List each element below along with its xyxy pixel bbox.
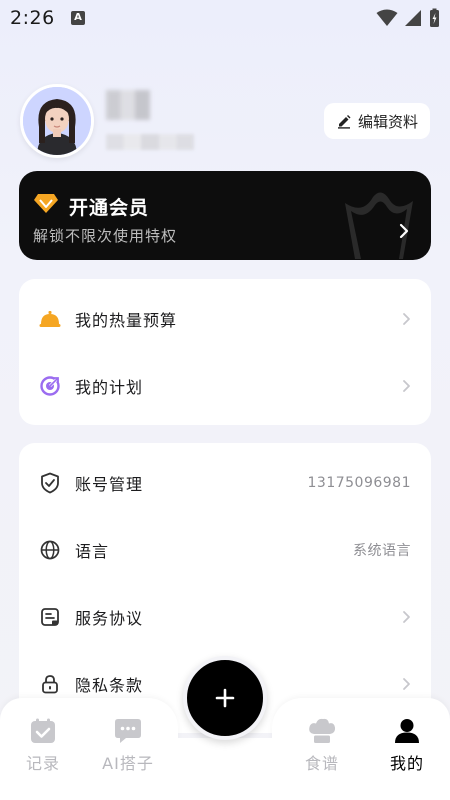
status-time: 2:26 <box>10 7 55 29</box>
diamond-icon <box>34 194 58 213</box>
nav-label: 我的 <box>389 754 424 773</box>
edit-profile-button[interactable]: 编辑资料 <box>324 103 430 139</box>
chef-hat-icon <box>309 718 336 743</box>
document-icon <box>39 606 61 628</box>
globe-icon <box>39 539 61 561</box>
person-icon <box>395 719 419 743</box>
menu-item-label: 服务协议 <box>75 608 144 628</box>
menu-item-account[interactable]: 账号管理 13175096981 <box>19 449 431 516</box>
nav-label: 记录 <box>25 754 60 773</box>
nav-tab-recipes[interactable]: 食谱 <box>287 718 357 774</box>
menu-item-label: 我的热量预算 <box>75 310 178 330</box>
shield-check-icon <box>39 472 61 494</box>
avatar[interactable] <box>20 84 94 158</box>
user-id-blurred <box>106 134 194 150</box>
avatar-image <box>23 87 91 155</box>
wifi-icon <box>376 9 398 26</box>
status-icons <box>376 8 440 28</box>
primary-menu-card: 我的热量预算 我的计划 <box>19 279 431 425</box>
edit-profile-label: 编辑资料 <box>357 112 418 131</box>
username-blurred <box>106 90 150 120</box>
menu-item-label: 语言 <box>75 541 110 561</box>
chevron-right-icon <box>403 379 410 392</box>
status-bar: 2:26 A <box>0 0 450 36</box>
language-value: 系统语言 <box>353 542 411 559</box>
menu-item-label: 我的计划 <box>75 377 144 397</box>
nav-label: 食谱 <box>304 754 339 773</box>
vip-subtitle: 解锁不限次使用特权 <box>33 227 178 245</box>
add-button[interactable] <box>183 656 267 740</box>
chevron-right-icon <box>403 610 410 623</box>
signal-icon <box>405 10 421 26</box>
menu-item-label: 账号管理 <box>75 474 144 494</box>
notification-icon: A <box>71 11 85 25</box>
chat-bubble-icon <box>115 719 141 743</box>
nav-tab-mine[interactable]: 我的 <box>372 718 442 774</box>
nav-tab-record[interactable]: 记录 <box>8 718 78 774</box>
calendar-check-icon <box>31 718 55 743</box>
vip-title: 开通会员 <box>69 197 150 219</box>
menu-item-service-agreement[interactable]: 服务协议 <box>19 583 431 650</box>
nav-label: AI搭子 <box>102 754 154 773</box>
menu-item-calorie-budget[interactable]: 我的热量预算 <box>19 285 431 352</box>
plus-icon <box>215 688 235 708</box>
food-dome-icon <box>39 308 61 330</box>
target-icon <box>39 375 61 397</box>
vip-membership-card[interactable]: 开通会员 解锁不限次使用特权 <box>19 171 431 260</box>
menu-item-my-plan[interactable]: 我的计划 <box>19 352 431 419</box>
nav-tab-ai-buddy[interactable]: AI搭子 <box>93 718 163 774</box>
menu-item-language[interactable]: 语言 系统语言 <box>19 516 431 583</box>
battery-icon <box>430 8 439 27</box>
chevron-right-icon <box>399 223 409 239</box>
edit-pen-icon <box>337 115 351 129</box>
chevron-right-icon <box>403 677 410 690</box>
chevron-right-icon <box>403 312 410 325</box>
phone-number-value: 13175096981 <box>307 474 411 491</box>
lock-icon <box>39 673 61 695</box>
